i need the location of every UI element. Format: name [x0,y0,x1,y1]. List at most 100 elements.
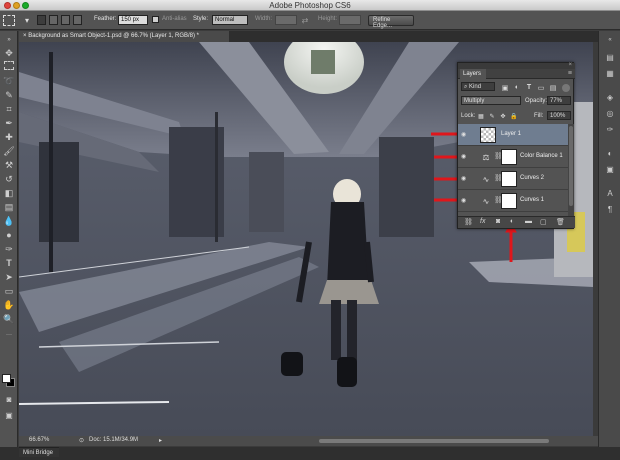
quick-mask-icon[interactable]: ◙ [3,393,15,405]
clone-stamp-tool-icon[interactable]: ⚒ [3,159,15,171]
filter-shape-icon[interactable]: ▭ [536,83,546,92]
filter-kind-select[interactable]: ⌕ Kind [461,82,495,91]
new-group-icon[interactable]: ▬ [525,218,532,225]
fill-input[interactable]: 100% [547,111,571,120]
height-input[interactable] [339,15,361,25]
path-selection-tool-icon[interactable]: ➤ [3,271,15,283]
layer-row-color-balance-1[interactable]: ◉ ⚖ ⛓ Color Balance 1 [458,146,568,168]
collapse-panel-icon[interactable]: » [3,34,15,46]
layers-scrollbar[interactable] [568,124,574,216]
history-panel-icon[interactable]: ▤ [604,51,616,63]
scroll-thumb[interactable] [569,126,573,206]
filter-toggle-icon[interactable] [562,84,570,92]
info-icon[interactable]: ⊙ [79,437,84,444]
brush-tool-icon[interactable]: 🖌 [3,145,15,157]
width-input[interactable] [275,15,297,25]
layers-panel-icon[interactable]: ◈ [604,91,616,103]
document-tab[interactable]: × Background as Smart Object-1.psd @ 66.… [19,31,229,42]
new-layer-icon[interactable]: ▢ [540,218,547,226]
gradient-tool-icon[interactable]: ▤ [3,201,15,213]
subtract-selection-icon[interactable] [61,15,70,25]
panel-menu-icon[interactable]: ≡ [568,70,572,77]
screen-mode-icon[interactable]: ▣ [3,409,15,421]
hand-tool-icon[interactable]: ✋ [3,299,15,311]
healing-brush-tool-icon[interactable]: ✚ [3,131,15,143]
layer-row-curves-2[interactable]: ◉ ∿ ⛓ Curves 2 [458,168,568,190]
layer-mask-thumbnail [501,193,517,209]
eraser-tool-icon[interactable]: ◧ [3,187,15,199]
more-tools-icon[interactable]: ··· [3,329,15,341]
shape-tool-icon[interactable]: ▭ [3,285,15,297]
horizontal-scrollbar[interactable] [319,439,549,443]
zoom-level[interactable]: 66.67% [29,437,49,443]
mini-bridge-tab[interactable]: Mini Bridge [19,447,59,457]
document-size: Doc: 15.1M/34.9M [89,437,139,443]
move-tool-icon[interactable]: ✥ [3,47,15,59]
layer-row-curves-1[interactable]: ◉ ∿ ⛓ Curves 1 [458,190,568,212]
zoom-tool-icon[interactable]: 🔍 [3,313,15,325]
rectangular-marquee-icon[interactable] [3,15,15,26]
visibility-eye-icon[interactable]: ◉ [461,197,466,204]
intersect-selection-icon[interactable] [73,15,82,25]
lock-pixels-icon[interactable]: ✎ [488,112,496,120]
lasso-tool-icon[interactable]: ➰ [3,75,15,87]
new-adjustment-layer-icon[interactable]: ◐ [510,218,514,225]
style-select[interactable]: Normal [212,15,248,25]
refine-edge-button[interactable]: Refine Edge... [368,15,414,29]
lock-all-icon[interactable]: 🔒 [510,112,518,120]
lock-position-icon[interactable]: ✥ [499,112,507,120]
marquee-tool-icon[interactable] [4,61,14,70]
pen-tool-icon[interactable]: ✑ [3,243,15,255]
status-menu-icon[interactable]: ▸ [159,437,162,444]
layer-name: Curves 2 [520,175,545,181]
adjustments-panel-icon[interactable]: ◐ [604,147,616,159]
link-layers-icon[interactable]: ⛓ [464,218,473,226]
curves-icon: ∿ [482,174,490,184]
quick-select-tool-icon[interactable]: ✎ [3,89,15,101]
channels-panel-icon[interactable]: ◎ [604,107,616,119]
character-panel-icon[interactable]: A [604,187,616,199]
visibility-eye-icon[interactable]: ◉ [461,175,466,182]
properties-panel-icon[interactable]: ▦ [604,67,616,79]
layers-tab-row: Layers ≡ [458,69,575,79]
layer-name: Curves 1 [520,197,545,203]
filter-pixel-icon[interactable]: ▣ [500,83,510,92]
visibility-eye-icon[interactable]: ◉ [461,131,466,138]
photoshop-window: Adobe Photoshop CS6 ▾ Feather: 150 px An… [0,0,620,460]
filter-type-icon[interactable]: T [524,83,534,92]
styles-panel-icon[interactable]: ▣ [604,163,616,175]
filter-smart-object-icon[interactable]: ▤ [548,83,558,92]
layers-tab[interactable]: Layers [460,69,486,79]
filter-adjustment-icon[interactable]: ◐ [512,83,522,92]
history-brush-tool-icon[interactable]: ↺ [3,173,15,185]
paragraph-panel-icon[interactable]: ¶ [604,203,616,215]
paths-panel-icon[interactable]: ✑ [604,123,616,135]
preset-chevron-down-icon[interactable]: ▾ [22,15,32,25]
delete-layer-icon[interactable]: 🗑 [556,218,565,226]
eyedropper-tool-icon[interactable]: ✒ [3,117,15,129]
feather-input[interactable]: 150 px [118,15,148,25]
swap-dimensions-icon[interactable]: ⇄ [301,16,309,25]
layer-style-fx-icon[interactable]: fx [480,218,485,225]
foreground-color-swatch[interactable] [2,374,11,383]
feather-label: Feather: [94,16,117,22]
lock-transparent-icon[interactable]: ▦ [477,112,485,120]
visibility-eye-icon[interactable]: ◉ [461,153,466,160]
crop-tool-icon[interactable]: ⌗ [3,103,15,115]
opacity-input[interactable]: 77% [547,96,571,105]
add-mask-icon[interactable]: ◙ [496,218,500,225]
close-panel-icon[interactable]: × [568,62,572,68]
tools-panel: » ✥ ➰ ✎ ⌗ ✒ ✚ 🖌 ⚒ ↺ ◧ ▤ 💧 ● ✑ T ➤ ▭ ✋ 🔍 … [0,31,18,451]
expand-dock-icon[interactable]: « [604,34,616,46]
options-bar: ▾ Feather: 150 px Anti-alias Style: Norm… [0,11,620,30]
blur-tool-icon[interactable]: 💧 [3,215,15,227]
close-tab-icon[interactable]: × [23,33,27,39]
add-selection-icon[interactable] [49,15,58,25]
antialias-checkbox[interactable] [152,16,159,23]
new-selection-icon[interactable] [37,15,46,25]
fill-label: Fill: [534,113,544,119]
blend-mode-select[interactable]: Multiply [461,96,521,105]
dodge-tool-icon[interactable]: ● [3,229,15,241]
type-tool-icon[interactable]: T [3,257,15,269]
layer-row-layer-1[interactable]: ◉ Layer 1 [458,124,568,146]
